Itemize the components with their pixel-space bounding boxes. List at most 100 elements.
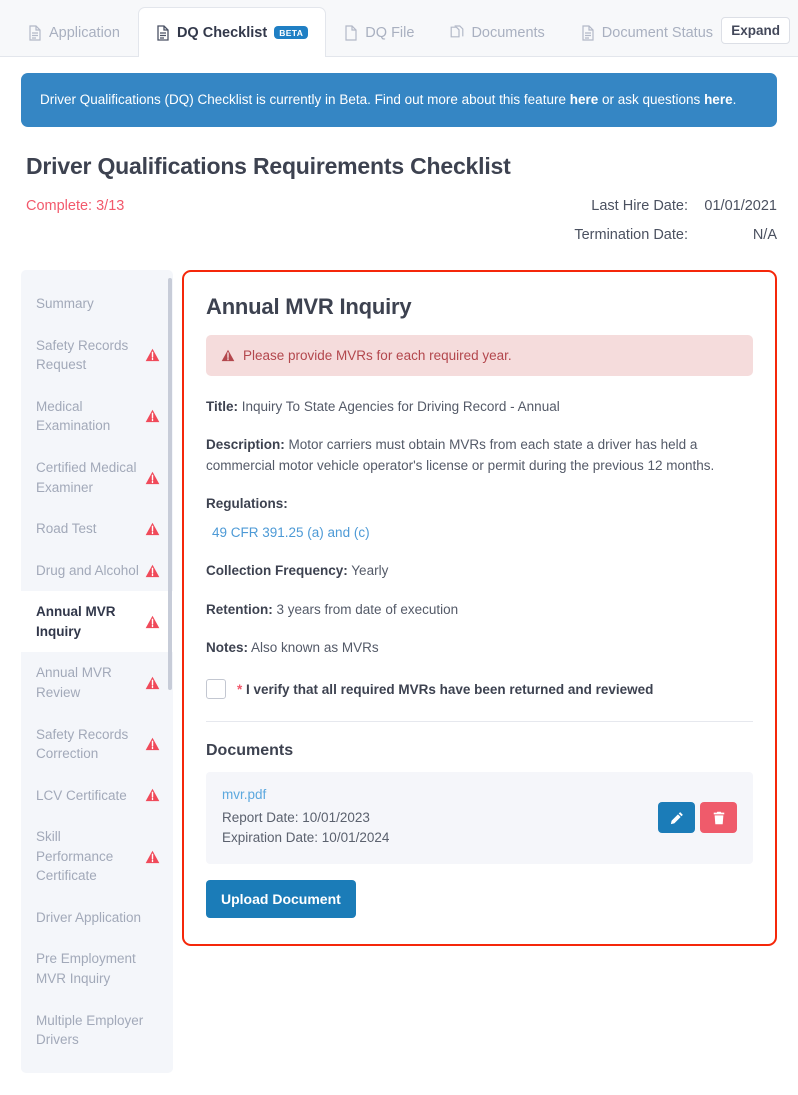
sidebar-item-label: Summary (36, 296, 94, 312)
notice-link-learn-more[interactable]: here (570, 92, 599, 107)
file-icon (345, 25, 357, 41)
sidebar-item-label: Safety Records Request (36, 337, 129, 373)
sidebar-item-certified-medical-examiner[interactable]: Certified Medical Examiner (21, 447, 173, 508)
sidebar-item-label: Road Test (36, 521, 97, 537)
expand-button[interactable]: Expand (721, 17, 790, 44)
verify-row: * I verify that all required MVRs have b… (206, 679, 753, 700)
sidebar-item-road-test[interactable]: Road Test (21, 508, 173, 550)
sidebar-item-pre-employment-mvr-inquiry[interactable]: Pre Employment MVR Inquiry (21, 938, 173, 999)
sidebar-item-drug-and-alcohol[interactable]: Drug and Alcohol (21, 550, 173, 592)
sidebar-item-label: Driver Application (36, 909, 142, 925)
sidebar-item-label: Certified Medical Examiner (36, 460, 137, 495)
last-hire-date-label: Last Hire Date: (591, 198, 688, 215)
sidebar-item-label: Annual MVR Review (36, 665, 112, 700)
field-notes: Notes: Also known as MVRs (206, 638, 753, 658)
tab-bar: Application DQ Checklist BETA DQ File Do… (0, 0, 798, 57)
tab-application[interactable]: Application (10, 9, 138, 56)
regulation-link[interactable]: 49 CFR 391.25 (a) and (c) (212, 523, 753, 543)
termination-date-label: Termination Date: (574, 227, 688, 244)
sidebar-item-label: Skill Performance Certificate (36, 829, 114, 884)
warning-icon (145, 737, 160, 751)
tab-label: Application (49, 25, 120, 41)
delete-document-button[interactable] (700, 802, 737, 834)
document-info: mvr.pdf Report Date: 10/01/2023 Expirati… (222, 787, 389, 849)
checklist-content: Summary Safety Records Request Medical E… (21, 270, 777, 1095)
sidebar-item-safety-records-request[interactable]: Safety Records Request (21, 325, 173, 386)
section-divider (206, 721, 753, 723)
page-title: Driver Qualifications Requirements Check… (26, 153, 511, 180)
document-name-link[interactable]: mvr.pdf (222, 787, 389, 802)
field-collection-frequency-label: Collection Frequency: (206, 563, 348, 579)
warning-icon (145, 850, 160, 863)
tab-dq-file[interactable]: DQ File (326, 9, 432, 56)
copy-files-icon (451, 25, 464, 38)
sidebar-item-label: Medical Examination (36, 398, 111, 434)
field-notes-label: Notes: (206, 639, 249, 655)
date-summary: Last Hire Date: 01/01/2021 Termination D… (574, 198, 777, 256)
beta-badge: BETA (274, 26, 309, 39)
field-retention: Retention: 3 years from date of executio… (206, 600, 753, 620)
sidebar-item-label: Annual MVR Inquiry (36, 604, 116, 639)
field-title-label: Title: (206, 399, 239, 415)
file-text-icon (582, 25, 594, 41)
notice-link-ask-questions[interactable]: here (704, 92, 733, 107)
panel-title: Annual MVR Inquiry (206, 294, 412, 320)
edit-document-button[interactable] (658, 802, 695, 834)
notice-text-before: Driver Qualifications (DQ) Checklist is … (40, 92, 570, 107)
sidebar-item-label: Safety Records Correction (36, 726, 129, 762)
sidebar-item-safety-records-correction[interactable]: Safety Records Correction (21, 714, 173, 775)
verify-label: * I verify that all required MVRs have b… (237, 682, 653, 697)
validation-alert: Please provide MVRs for each required ye… (206, 335, 753, 377)
sidebar-item-label: Drug and Alcohol (36, 562, 139, 578)
sidebar-item-label: Pre Employment MVR Inquiry (36, 951, 136, 987)
field-description: Description: Motor carriers must obtain … (206, 435, 753, 476)
field-description-label: Description: (206, 437, 285, 453)
notice-text-after: . (732, 92, 737, 107)
sidebar-item-medical-examination[interactable]: Medical Examination (21, 386, 173, 447)
file-text-icon (157, 24, 169, 41)
document-expiration-date: Expiration Date: 10/01/2024 (222, 830, 390, 846)
sidebar-item-driver-application[interactable]: Driver Application (21, 897, 173, 939)
sidebar-item-lcv-certificate[interactable]: LCV Certificate (21, 775, 173, 817)
checklist-sidebar: Summary Safety Records Request Medical E… (21, 270, 173, 1073)
page-body: Driver Qualifications (DQ) Checklist is … (0, 57, 798, 1095)
documents-heading: Documents (206, 742, 294, 760)
warning-icon (145, 349, 160, 362)
field-title: Title: Inquiry To State Agencies for Dri… (206, 397, 753, 417)
sidebar-item-skill-performance-certificate[interactable]: Skill Performance Certificate (21, 816, 173, 897)
document-report-date: Report Date: 10/01/2023 (222, 810, 370, 826)
validation-alert-text: Please provide MVRs for each required ye… (243, 348, 512, 364)
verify-label-text: I verify that all required MVRs have bee… (246, 681, 654, 697)
field-collection-frequency: Collection Frequency: Yearly (206, 561, 753, 581)
file-text-icon (29, 25, 41, 41)
warning-icon (145, 471, 160, 484)
requirement-detail-panel: Annual MVR Inquiry Please provide MVRs f… (182, 270, 777, 946)
sidebar-item-summary[interactable]: Summary (21, 283, 173, 325)
field-title-value: Inquiry To State Agencies for Driving Re… (241, 399, 560, 415)
sidebar-item-annual-mvr-review[interactable]: Annual MVR Review (21, 652, 173, 713)
tab-label: Document Status (601, 25, 714, 41)
termination-date-value: N/A (752, 227, 777, 244)
tab-label: Documents (471, 25, 545, 41)
warning-icon (145, 564, 160, 577)
upload-document-button[interactable]: Upload Document (206, 879, 356, 918)
sidebar-item-label: LCV Certificate (36, 787, 127, 803)
tab-document-status[interactable]: Document Status (563, 9, 731, 56)
warning-icon (145, 615, 160, 628)
tab-documents[interactable]: Documents (432, 9, 562, 56)
document-row: mvr.pdf Report Date: 10/01/2023 Expirati… (206, 772, 753, 864)
complete-count: Complete: 3/13 (26, 198, 125, 215)
sidebar-item-multiple-employer-drivers[interactable]: Multiple Employer Drivers (21, 1000, 173, 1061)
warning-icon (221, 349, 235, 362)
warning-icon (145, 410, 160, 423)
field-retention-value: 3 years from date of execution (276, 601, 459, 617)
document-actions (658, 802, 737, 834)
sidebar-item-annual-mvr-inquiry[interactable]: Annual MVR Inquiry (21, 591, 173, 653)
last-hire-date-value: 01/01/2021 (704, 198, 777, 215)
required-asterisk: * (237, 681, 243, 697)
sidebar-scrollbar[interactable] (168, 278, 172, 691)
trash-icon (713, 811, 724, 825)
verify-checkbox[interactable] (206, 679, 226, 700)
tab-dq-checklist[interactable]: DQ Checklist BETA (137, 7, 327, 57)
beta-notice-banner: Driver Qualifications (DQ) Checklist is … (21, 73, 777, 128)
